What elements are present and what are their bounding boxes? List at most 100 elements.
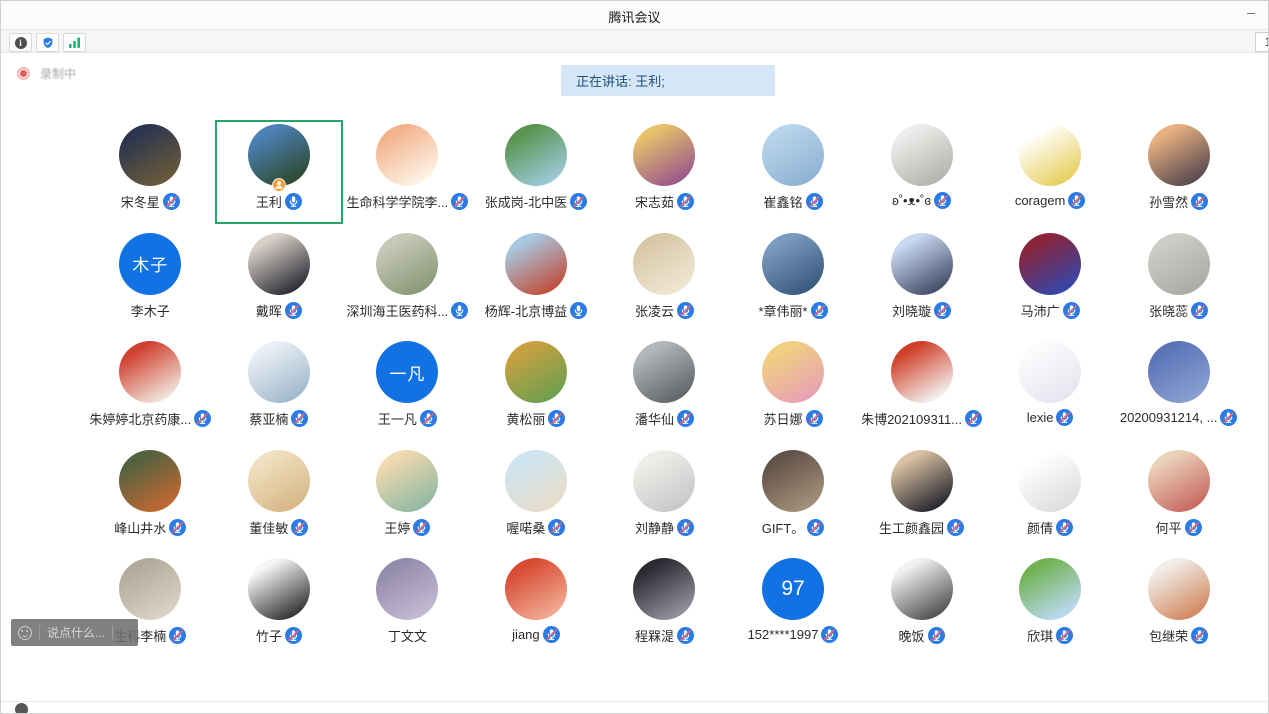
participant-cell[interactable]: 刘静静 xyxy=(600,443,729,552)
mic-muted-icon xyxy=(1063,302,1080,319)
participant-cell[interactable]: 宋冬星 xyxy=(86,117,215,226)
participant-cell[interactable]: 深圳海王医药科... xyxy=(343,226,472,335)
chat-placeholder[interactable]: 说点什么... xyxy=(47,624,105,641)
participant-cell[interactable]: 木子李木子 xyxy=(86,226,215,335)
mic-muted-icon xyxy=(548,519,565,536)
mic-muted-icon xyxy=(1056,627,1073,644)
participant-cell[interactable]: 程槑湜 xyxy=(600,551,729,660)
avatar xyxy=(376,558,438,620)
participant-cell[interactable]: 丁文文 xyxy=(343,551,472,660)
avatar xyxy=(1019,558,1081,620)
participant-name: 李木子 xyxy=(131,301,170,320)
participant-cell[interactable]: 马沛广 xyxy=(986,226,1115,335)
participant-cell[interactable]: 生工颜鑫园 xyxy=(857,443,986,552)
participant-name: 王一凡 xyxy=(378,409,417,428)
participant-cell[interactable]: 峰山井水 xyxy=(86,443,215,552)
network-button[interactable] xyxy=(63,33,86,52)
participant-cell[interactable]: 竹子 xyxy=(215,551,344,660)
participant-name: 宋冬星 xyxy=(121,192,160,211)
corner-emoji-button[interactable] xyxy=(15,703,28,714)
participant-cell[interactable]: 朱婷婷北京药康... xyxy=(86,334,215,443)
participant-name: 刘晓璇 xyxy=(892,301,931,320)
participant-cell[interactable]: 生命科学学院李... xyxy=(343,117,472,226)
participant-cell[interactable]: 何平 xyxy=(1114,443,1243,552)
mic-muted-icon xyxy=(1185,519,1202,536)
participant-cell[interactable]: 王利 xyxy=(215,117,344,226)
participant-cell[interactable]: 孙雪然 xyxy=(1114,117,1243,226)
mic-muted-icon xyxy=(934,302,951,319)
meeting-window: 腾讯会议 – i 1 录制中 正在讲话: 王利; 宋冬星 xyxy=(0,0,1269,714)
participant-cell[interactable]: 崔鑫铭 xyxy=(729,117,858,226)
participant-cell[interactable]: 潘华仙 xyxy=(600,334,729,443)
mic-muted-icon xyxy=(548,410,565,427)
mic-muted-icon xyxy=(1191,627,1208,644)
mic-muted-icon xyxy=(1056,519,1073,536)
chat-input-bar[interactable]: 说点什么... xyxy=(11,619,138,646)
minimize-button[interactable]: – xyxy=(1242,3,1260,21)
avatar xyxy=(248,124,310,186)
security-button[interactable] xyxy=(36,33,59,52)
participant-cell[interactable]: 杨辉-北京博益 xyxy=(472,226,601,335)
participant-cell[interactable]: jiang xyxy=(472,551,601,660)
participant-cell[interactable]: 一凡王一凡 xyxy=(343,334,472,443)
participant-name: 晚饭 xyxy=(899,626,925,645)
mic-muted-icon xyxy=(811,302,828,319)
mic-muted-icon xyxy=(451,193,468,210)
participant-name: 颜倩 xyxy=(1027,518,1053,537)
title-bar: 腾讯会议 – xyxy=(1,1,1268,29)
participant-name: 杨辉-北京博益 xyxy=(485,301,567,320)
avatar xyxy=(248,341,310,403)
avatar xyxy=(505,233,567,295)
participant-cell[interactable]: 张晓蕊 xyxy=(1114,226,1243,335)
participant-cell[interactable]: 朱博202109311... xyxy=(857,334,986,443)
participant-cell[interactable]: 颜倩 xyxy=(986,443,1115,552)
avatar: 木子 xyxy=(119,233,181,295)
participant-cell[interactable]: 董佳敏 xyxy=(215,443,344,552)
participant-cell[interactable]: GIFT。 xyxy=(729,443,858,552)
meeting-info-button[interactable]: i xyxy=(9,33,32,52)
participant-cell[interactable]: coragem xyxy=(986,117,1115,226)
participant-cell[interactable]: 张成岗-北中医 xyxy=(472,117,601,226)
avatar-text: 木子 xyxy=(132,251,168,276)
emoji-picker-icon[interactable] xyxy=(18,626,32,640)
layout-page-button[interactable]: 1 xyxy=(1255,32,1269,52)
participant-cell[interactable]: 喔喏桑 xyxy=(472,443,601,552)
avatar xyxy=(891,124,953,186)
mic-muted-icon xyxy=(285,302,302,319)
participant-name: 朱婷婷北京药康... xyxy=(89,409,191,428)
participant-cell[interactable]: 97152****1997 xyxy=(729,551,858,660)
participant-cell[interactable]: 苏日娜 xyxy=(729,334,858,443)
participant-cell[interactable]: 宋志茹 xyxy=(600,117,729,226)
participant-cell[interactable]: ʚ˚•ᴥ•˚ɞ xyxy=(857,117,986,226)
avatar xyxy=(505,558,567,620)
avatar xyxy=(119,558,181,620)
avatar xyxy=(1148,124,1210,186)
participant-cell[interactable]: 欣琪 xyxy=(986,551,1115,660)
participant-cell[interactable]: 20200931214, ... xyxy=(1114,334,1243,443)
participant-cell[interactable]: 蔡亚楠 xyxy=(215,334,344,443)
avatar xyxy=(119,341,181,403)
mic-muted-icon xyxy=(677,410,694,427)
participant-cell[interactable]: lexie xyxy=(986,334,1115,443)
avatar xyxy=(1148,233,1210,295)
participant-name: 20200931214, ... xyxy=(1120,410,1218,425)
participant-cell[interactable]: 戴晖 xyxy=(215,226,344,335)
participant-cell[interactable]: 张凌云 xyxy=(600,226,729,335)
participant-name: 生命科学学院李... xyxy=(346,192,448,211)
mic-muted-icon xyxy=(806,193,823,210)
participant-name: 戴晖 xyxy=(256,301,282,320)
participant-name: 崔鑫铭 xyxy=(764,192,803,211)
participant-name: lexie xyxy=(1027,410,1054,425)
participant-cell[interactable]: 包继荣 xyxy=(1114,551,1243,660)
avatar xyxy=(891,450,953,512)
mic-muted-icon xyxy=(928,627,945,644)
participant-cell[interactable]: 黄松丽 xyxy=(472,334,601,443)
mic-muted-icon xyxy=(1220,409,1237,426)
participant-cell[interactable]: 刘晓璇 xyxy=(857,226,986,335)
participant-cell[interactable]: 晚饭 xyxy=(857,551,986,660)
participant-cell[interactable]: *章伟丽* xyxy=(729,226,858,335)
participant-cell[interactable]: 王婷 xyxy=(343,443,472,552)
avatar xyxy=(633,558,695,620)
participant-name: 宋志茹 xyxy=(635,192,674,211)
participant-name: 张凌云 xyxy=(635,301,674,320)
